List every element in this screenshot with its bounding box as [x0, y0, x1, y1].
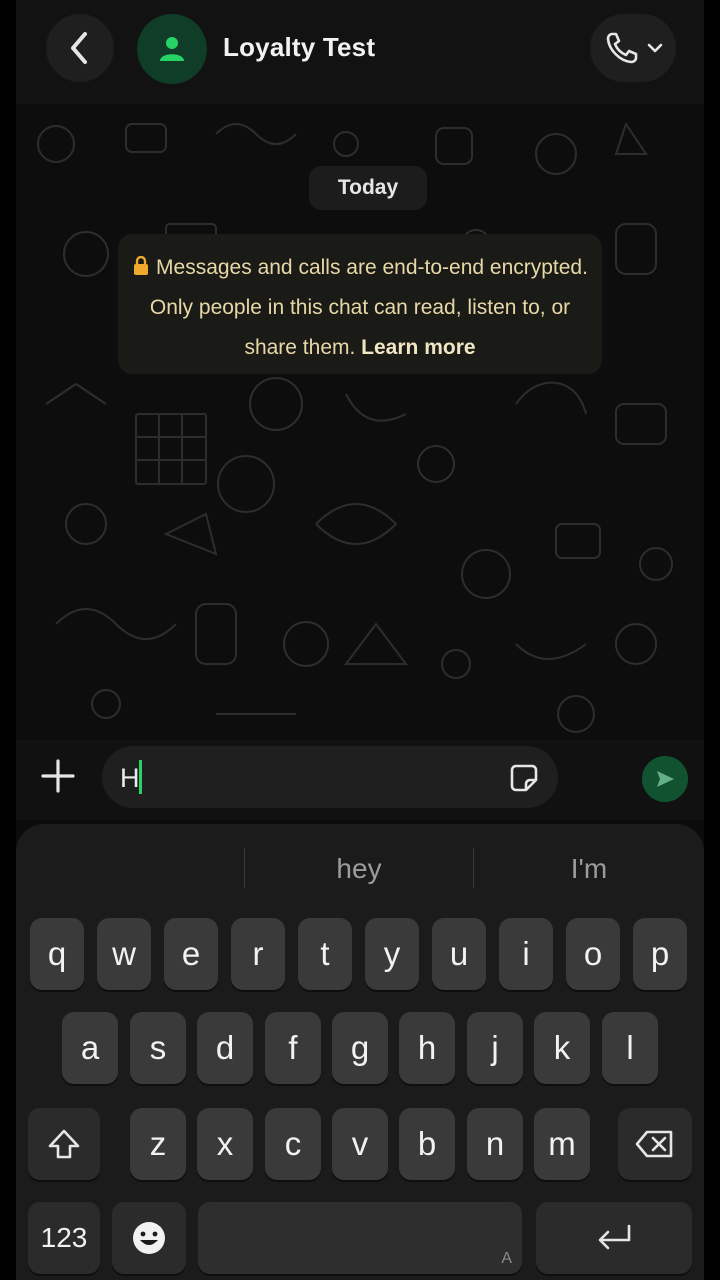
key-o[interactable]: o: [566, 918, 620, 990]
send-icon: [657, 771, 674, 787]
chat-title[interactable]: Loyalty Test: [223, 32, 375, 63]
key-y[interactable]: y: [365, 918, 419, 990]
phone-icon: [606, 32, 638, 64]
send-button[interactable]: [642, 756, 688, 802]
person-icon: [160, 37, 184, 61]
return-icon: [598, 1224, 631, 1250]
key-b[interactable]: b: [399, 1108, 455, 1180]
key-p[interactable]: p: [633, 918, 687, 990]
learn-more-link[interactable]: Learn more: [361, 336, 475, 359]
lock-icon: [134, 256, 149, 275]
numbers-key[interactable]: 123: [28, 1202, 100, 1274]
sticker-icon: [510, 764, 538, 792]
key-q[interactable]: q: [30, 918, 84, 990]
key-x[interactable]: x: [197, 1108, 253, 1180]
key-t[interactable]: t: [298, 918, 352, 990]
key-j[interactable]: j: [467, 1012, 523, 1084]
emoji-key[interactable]: [112, 1202, 186, 1274]
shift-icon: [48, 1129, 80, 1159]
date-chip: Today: [309, 166, 427, 210]
emoji-icon: [133, 1222, 165, 1254]
call-button[interactable]: [590, 14, 676, 82]
chat-header: Loyalty Test: [16, 0, 704, 104]
message-composer: H: [16, 740, 704, 820]
key-h[interactable]: h: [399, 1012, 455, 1084]
key-e[interactable]: e: [164, 918, 218, 990]
key-g[interactable]: g: [332, 1012, 388, 1084]
chevron-down-icon: [647, 43, 663, 53]
key-u[interactable]: u: [432, 918, 486, 990]
key-m[interactable]: m: [534, 1108, 590, 1180]
sticker-button[interactable]: [504, 758, 544, 798]
key-s[interactable]: s: [130, 1012, 186, 1084]
key-r[interactable]: r: [231, 918, 285, 990]
key-a[interactable]: a: [62, 1012, 118, 1084]
attach-button[interactable]: [36, 752, 80, 800]
contact-avatar[interactable]: [137, 14, 207, 84]
text-caret: [139, 760, 142, 794]
suggestion-3[interactable]: I'm: [474, 846, 704, 892]
key-c[interactable]: c: [265, 1108, 321, 1180]
key-z[interactable]: z: [130, 1108, 186, 1180]
shift-key[interactable]: [28, 1108, 100, 1180]
space-key-mark: A: [501, 1250, 512, 1267]
on-screen-keyboard: hey I'm q w e r t y u i o p a s d f g h …: [16, 824, 704, 1280]
key-n[interactable]: n: [467, 1108, 523, 1180]
chat-area[interactable]: Today Messages and calls are end-to-end …: [16, 104, 704, 740]
app-frame: Loyalty Test Today Messages and calls ar…: [16, 0, 704, 1280]
backspace-icon: [635, 1130, 673, 1158]
suggestion-1[interactable]: [26, 846, 244, 892]
return-key[interactable]: [536, 1202, 692, 1274]
encryption-notice[interactable]: Messages and calls are end-to-end encryp…: [118, 234, 602, 374]
message-input[interactable]: H: [102, 746, 558, 808]
key-w[interactable]: w: [97, 918, 151, 990]
key-k[interactable]: k: [534, 1012, 590, 1084]
key-l[interactable]: l: [602, 1012, 658, 1084]
key-d[interactable]: d: [197, 1012, 253, 1084]
space-key[interactable]: A: [198, 1202, 522, 1274]
key-f[interactable]: f: [265, 1012, 321, 1084]
key-v[interactable]: v: [332, 1108, 388, 1180]
message-input-text: H: [120, 763, 140, 793]
back-button[interactable]: [46, 14, 114, 82]
back-icon: [71, 32, 87, 64]
plus-icon: [41, 759, 75, 793]
key-i[interactable]: i: [499, 918, 553, 990]
suggestion-2[interactable]: hey: [245, 846, 473, 892]
backspace-key[interactable]: [618, 1108, 692, 1180]
